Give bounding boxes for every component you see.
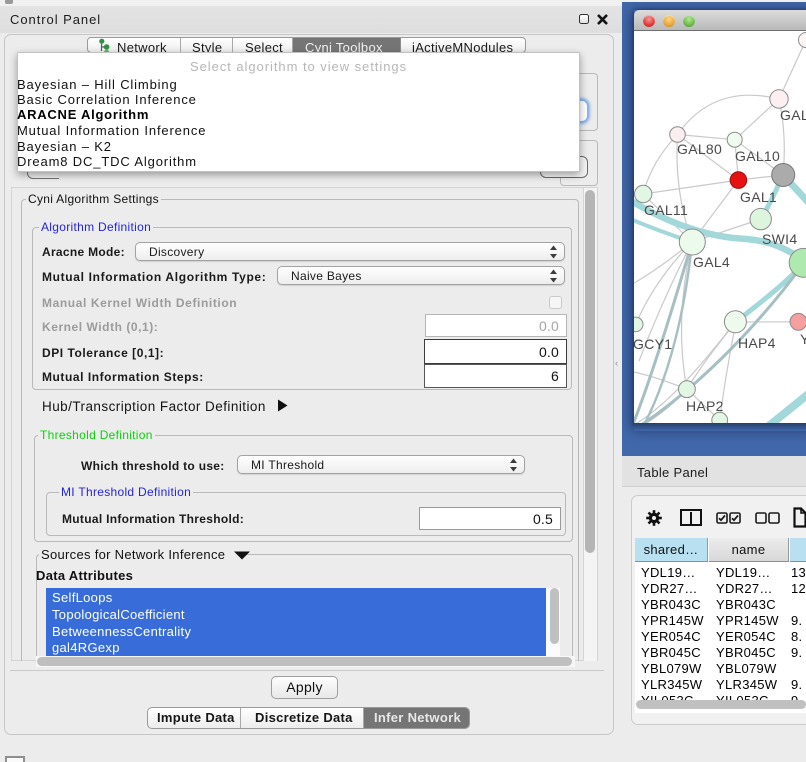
svg-text:GAL4: GAL4: [693, 254, 730, 270]
svg-text:HAP2: HAP2: [686, 398, 724, 414]
svg-text:GAL2: GAL2: [780, 107, 806, 123]
svg-text:SWI4: SWI4: [762, 231, 797, 247]
svg-text:GAL10: GAL10: [735, 148, 780, 164]
svg-text:GAL11: GAL11: [644, 202, 688, 218]
svg-text:GCY1: GCY1: [634, 336, 672, 352]
svg-text:GAL80: GAL80: [677, 141, 722, 157]
svg-text:GAL1: GAL1: [740, 189, 777, 205]
svg-text:HAP4: HAP4: [738, 335, 776, 351]
svg-text:Y: Y: [800, 331, 806, 347]
